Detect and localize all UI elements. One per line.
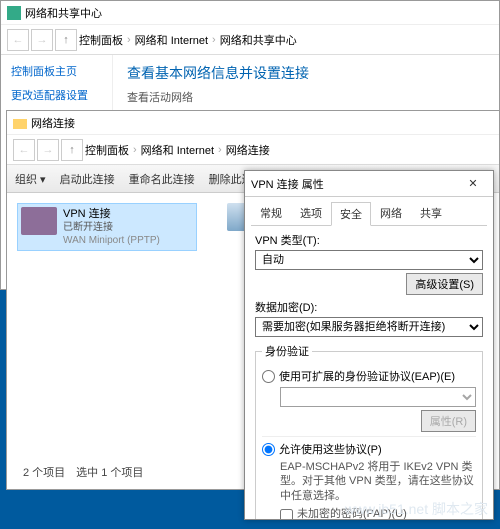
eap-select — [280, 387, 476, 407]
sidebar-home[interactable]: 控制面板主页 — [11, 63, 102, 79]
forward-button[interactable]: → — [31, 29, 53, 51]
folder-icon — [13, 116, 27, 130]
encryption-select[interactable]: 需要加密(如果服务器拒绝将断开连接) — [255, 317, 483, 337]
organize-menu[interactable]: 组织 ▾ — [15, 171, 46, 187]
address-bar: ← → ↑ 控制面板› 网络和 Internet› 网络和共享中心 — [1, 25, 499, 55]
tab-network[interactable]: 网络 — [371, 201, 411, 225]
dialog-title: VPN 连接 属性 — [251, 176, 324, 192]
status-bar: 2 个项目 选中 1 个项目 — [17, 461, 149, 483]
breadcrumb[interactable]: 控制面板› 网络和 Internet› 网络连接 — [85, 142, 270, 158]
forward-button[interactable]: → — [37, 139, 59, 161]
vpn-properties-dialog: VPN 连接 属性 ✕ 常规 选项 安全 网络 共享 VPN 类型(T): 自动… — [244, 170, 494, 520]
window-title: 网络和共享中心 — [25, 5, 102, 21]
back-button[interactable]: ← — [13, 139, 35, 161]
network-icon — [7, 6, 21, 20]
tab-sharing[interactable]: 共享 — [411, 201, 451, 225]
eap-radio[interactable]: 使用可扩展的身份验证协议(EAP)(E) — [262, 368, 476, 384]
watermark: www.jb51.net 脚本之家 — [345, 499, 488, 519]
allow-desc: EAP-MSCHAPv2 将用于 IKEv2 VPN 类型。对于其他 VPN 类… — [280, 460, 476, 503]
breadcrumb[interactable]: 控制面板› 网络和 Internet› 网络和共享中心 — [79, 32, 297, 48]
up-button[interactable]: ↑ — [61, 139, 83, 161]
encryption-label: 数据加密(D): — [255, 299, 483, 315]
allow-protocols-radio[interactable]: 允许使用这些协议(P) — [262, 441, 476, 457]
titlebar: 网络连接 — [7, 111, 499, 135]
auth-legend: 身份验证 — [262, 343, 312, 359]
advanced-settings-button[interactable]: 高级设置(S) — [406, 273, 483, 295]
page-title: 查看基本网络信息并设置连接 — [127, 63, 485, 83]
tab-general[interactable]: 常规 — [251, 201, 291, 225]
up-button[interactable]: ↑ — [55, 29, 77, 51]
vpn-adapter-icon — [21, 207, 57, 235]
vpn-type-label: VPN 类型(T): — [255, 232, 483, 248]
adapter-vpn[interactable]: VPN 连接 已断开连接 WAN Miniport (PPTP) — [17, 203, 197, 251]
back-button[interactable]: ← — [7, 29, 29, 51]
titlebar: 网络和共享中心 — [1, 1, 499, 25]
rename-connection[interactable]: 重命名此连接 — [129, 171, 195, 187]
address-bar: ← → ↑ 控制面板› 网络和 Internet› 网络连接 — [7, 135, 499, 165]
dialog-body: VPN 类型(T): 自动 高级设置(S) 数据加密(D): 需要加密(如果服务… — [245, 226, 493, 519]
dialog-titlebar: VPN 连接 属性 ✕ — [245, 171, 493, 197]
active-net-label: 查看活动网络 — [127, 89, 485, 105]
auth-group: 身份验证 使用可扩展的身份验证协议(EAP)(E) 属性(R) 允许使用这些协议… — [255, 343, 483, 519]
tab-security[interactable]: 安全 — [331, 202, 371, 226]
vpn-type-select[interactable]: 自动 — [255, 250, 483, 270]
sidebar-adapter[interactable]: 更改适配器设置 — [11, 87, 102, 103]
close-button[interactable]: ✕ — [459, 174, 487, 194]
window-title: 网络连接 — [31, 115, 75, 131]
eap-properties-button: 属性(R) — [421, 410, 476, 432]
tab-options[interactable]: 选项 — [291, 201, 331, 225]
start-connection[interactable]: 启动此连接 — [60, 171, 115, 187]
tabs: 常规 选项 安全 网络 共享 — [251, 201, 487, 226]
